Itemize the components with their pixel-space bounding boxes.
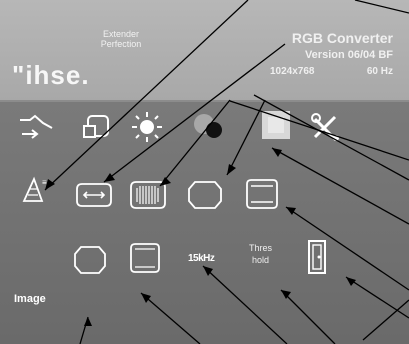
resolution-text: 1024x768 xyxy=(270,66,315,77)
tagline: Extender Perfection xyxy=(95,29,147,49)
color-icon[interactable] xyxy=(262,111,290,139)
version-text: Version 06/04 BF xyxy=(304,49,393,61)
frequency-label[interactable]: 15kHz xyxy=(188,253,215,264)
window-icon[interactable] xyxy=(82,112,112,142)
connect-icon[interactable] xyxy=(18,113,58,141)
contrast-icon[interactable] xyxy=(192,110,228,144)
image-section-label: Image xyxy=(14,293,46,305)
vertical-position-icon[interactable] xyxy=(187,180,223,210)
svg-text:≡: ≡ xyxy=(42,178,47,187)
tagline-line-2: Perfection xyxy=(100,39,142,49)
osd-screen: Extender Perfection "ihse. RGB Converter… xyxy=(0,0,409,344)
ihse-logo: "ihse. xyxy=(12,60,90,90)
threshold-label-line-2: hold xyxy=(252,255,270,265)
vertical-geometry-icon[interactable] xyxy=(129,242,161,274)
product-title: RGB Converter xyxy=(291,30,393,46)
horizontal-geometry-icon[interactable] xyxy=(73,245,107,275)
sharpness-icon[interactable]: ≡ xyxy=(20,175,50,205)
tagline-line-1: Extender xyxy=(102,29,140,39)
vertical-size-icon[interactable] xyxy=(245,178,279,210)
exit-icon[interactable] xyxy=(306,238,328,276)
settings-icon[interactable] xyxy=(310,112,342,144)
threshold-label-line-1: Thres xyxy=(249,243,273,253)
frequency-text: 60 Hz xyxy=(366,66,393,77)
threshold-label[interactable]: Thres hold xyxy=(249,242,272,266)
brightness-icon[interactable] xyxy=(130,110,164,144)
horizontal-size-icon[interactable] xyxy=(129,180,167,210)
header: Extender Perfection "ihse. RGB Converter… xyxy=(0,0,409,102)
horizontal-position-icon[interactable] xyxy=(75,182,113,208)
